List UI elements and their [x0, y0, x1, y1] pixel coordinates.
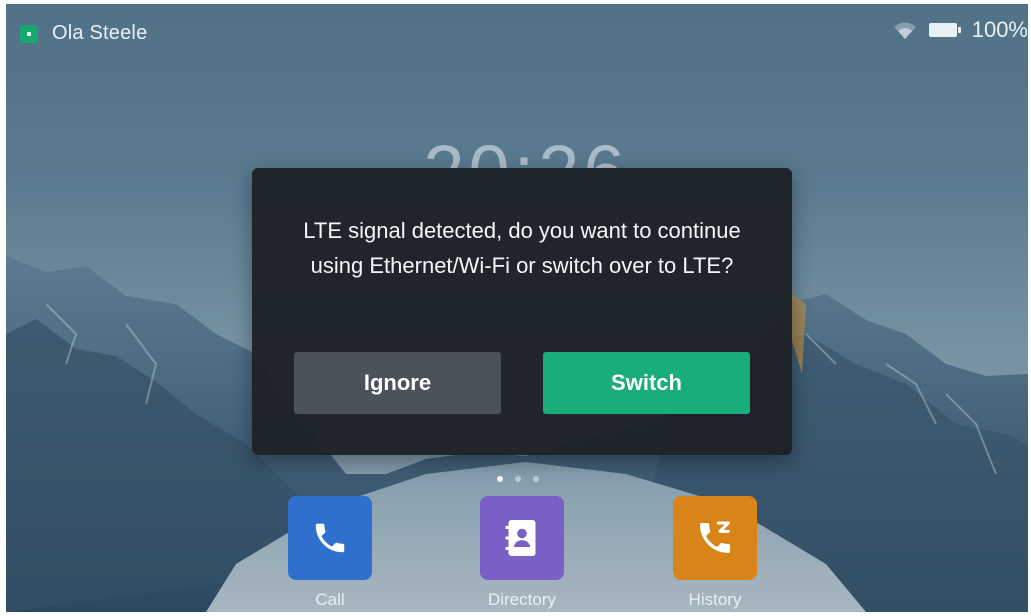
app-label-history: History	[688, 590, 742, 609]
home-screen: Ola Steele 100% 20:26 Call	[6, 4, 1028, 612]
wifi-icon	[893, 22, 916, 39]
contact-book-icon	[505, 520, 536, 556]
dialog-message: LTE signal detected, do you want to cont…	[303, 218, 741, 278]
battery-percentage: 100%	[971, 17, 1028, 42]
clock-time: 20:26	[406, 122, 646, 168]
lte-switch-dialog: LTE signal detected, do you want to cont…	[252, 168, 792, 455]
page-dot-1[interactable]	[497, 476, 503, 482]
phone-icon	[315, 523, 345, 553]
switch-button[interactable]: Switch	[543, 352, 750, 414]
battery-icon	[928, 23, 961, 37]
page-dot-3[interactable]	[533, 476, 539, 482]
switch-button-label: Switch	[611, 370, 682, 395]
app-tile-directory[interactable]	[480, 496, 564, 580]
app-directory[interactable]: Directory	[457, 496, 587, 610]
account-name: Ola Steele	[52, 22, 148, 44]
app-tile-history[interactable]	[673, 496, 757, 580]
account-indicator[interactable]: Ola Steele	[20, 22, 147, 45]
app-label-directory: Directory	[487, 590, 556, 609]
status-bar: Ola Steele 100%	[6, 4, 1028, 60]
app-call[interactable]: Call	[265, 496, 395, 610]
page-dot-2[interactable]	[515, 476, 521, 482]
app-label-call: Call	[315, 590, 345, 609]
ignore-button[interactable]: Ignore	[294, 352, 501, 414]
status-icons: 100%	[892, 17, 1028, 43]
account-status-icon	[20, 24, 38, 43]
app-history[interactable]: History	[650, 496, 780, 610]
page-indicator	[497, 476, 539, 482]
call-history-icon	[700, 521, 730, 553]
app-tile-call[interactable]	[288, 496, 372, 580]
ignore-button-label: Ignore	[363, 370, 432, 395]
